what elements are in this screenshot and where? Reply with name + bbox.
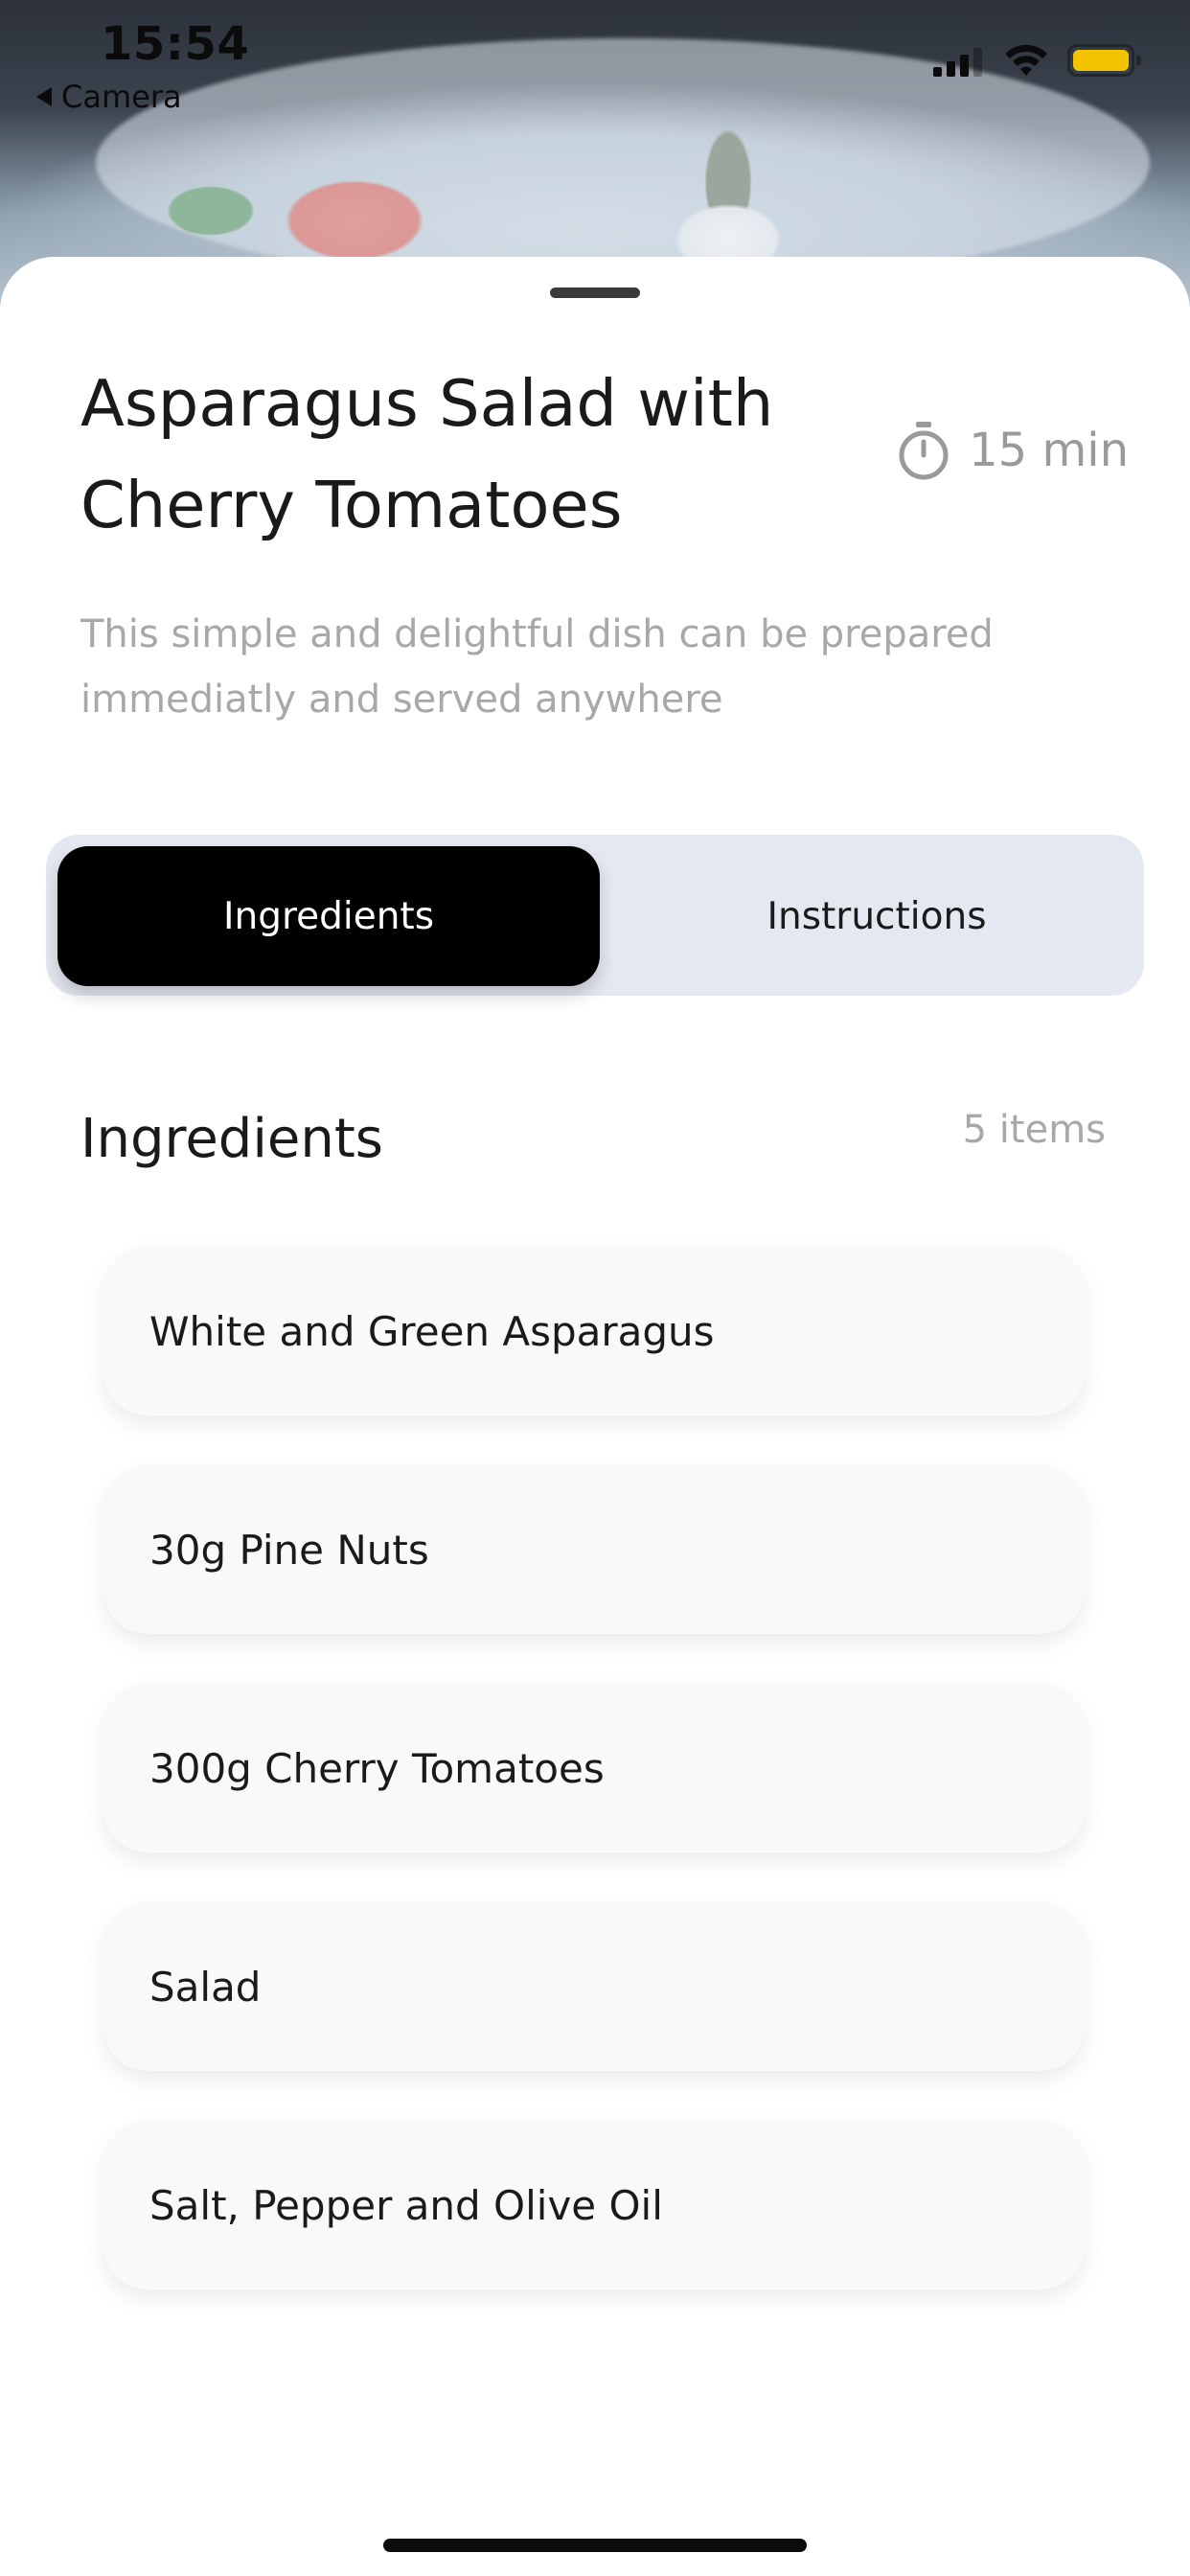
recipe-tabs: Ingredients Instructions — [46, 835, 1144, 996]
sheet-grabber-handle[interactable] — [550, 288, 640, 298]
back-to-camera-link[interactable]: Camera — [36, 79, 182, 115]
recipe-title: Asparagus Salad with Cherry Tomatoes — [80, 366, 774, 542]
recipe-sheet: Asparagus Salad with Cherry Tomatoes 15 … — [0, 257, 1190, 2576]
recipe-description: This simple and delightful dish can be p… — [80, 612, 994, 722]
tab-instructions[interactable]: Instructions — [621, 846, 1133, 986]
back-triangle-icon — [36, 87, 52, 106]
home-indicator[interactable] — [383, 2539, 807, 2552]
ingredients-list: White and Green Asparagus 30g Pine Nuts … — [103, 1247, 1085, 2339]
recipe-duration: 15 min — [896, 420, 1129, 481]
battery-icon — [1067, 44, 1141, 77]
back-label: Camera — [61, 79, 182, 115]
ingredients-heading: Ingredients — [80, 1108, 383, 1170]
status-time: 15:54 — [101, 17, 250, 71]
ingredients-count: 5 items — [962, 1108, 1106, 1152]
duration-label: 15 min — [969, 424, 1129, 477]
status-icons — [933, 43, 1141, 78]
wifi-icon — [1005, 44, 1047, 76]
ingredient-item[interactable]: 300g Cherry Tomatoes — [103, 1684, 1085, 1852]
ingredient-item[interactable]: Salad — [103, 1902, 1085, 2071]
ingredient-item[interactable]: 30g Pine Nuts — [103, 1465, 1085, 1634]
cellular-signal-icon — [933, 44, 985, 77]
ingredient-item[interactable]: White and Green Asparagus — [103, 1247, 1085, 1415]
ingredient-item[interactable]: Salt, Pepper and Olive Oil — [103, 2121, 1085, 2289]
tab-ingredients[interactable]: Ingredients — [57, 846, 600, 986]
stopwatch-icon — [899, 422, 949, 480]
